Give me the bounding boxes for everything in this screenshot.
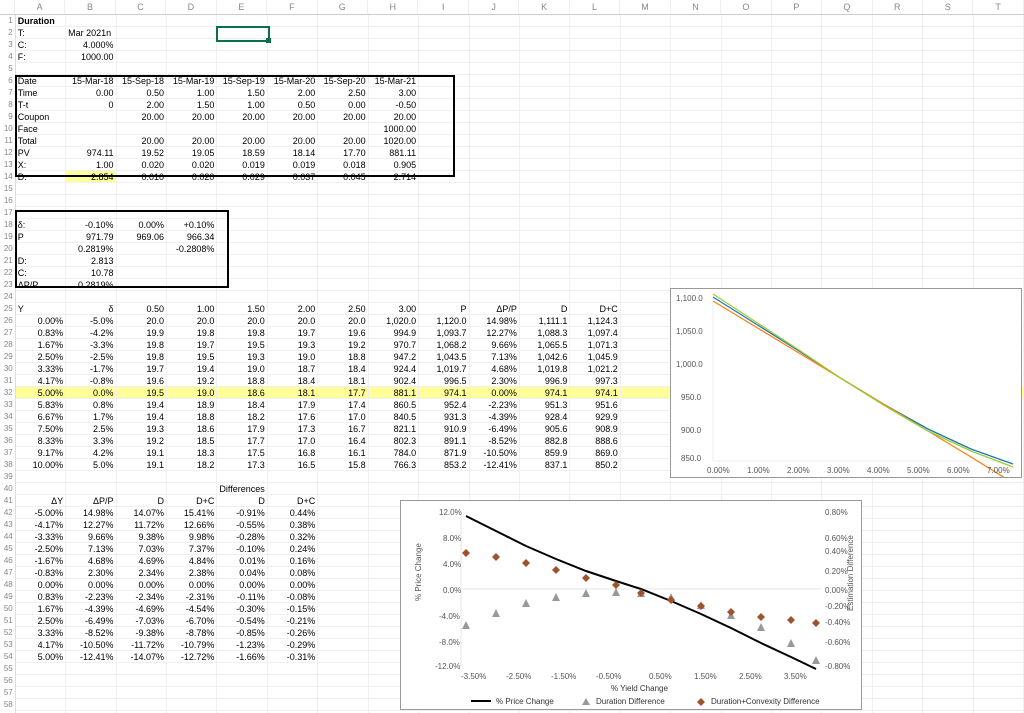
svg-text:1,000.0: 1,000.0 — [676, 360, 703, 369]
svg-text:1,100.0: 1,100.0 — [676, 294, 703, 303]
svg-text:-4.0%: -4.0% — [439, 612, 460, 621]
svg-text:6.00%: 6.00% — [947, 466, 970, 475]
svg-text:4.0%: 4.0% — [443, 560, 461, 569]
svg-text:0.60%: 0.60% — [825, 534, 848, 543]
svg-text:0.80%: 0.80% — [825, 508, 848, 517]
spreadsheet[interactable]: ABCDEFGHIJKLMNOPQRST 1Duration2T:Mar 202… — [0, 0, 1024, 713]
svg-text:-12.0%: -12.0% — [435, 662, 460, 671]
chart-differences[interactable]: 12.0% 8.0% 4.0% 0.0% -4.0% -8.0% -12.0% 0.80%… — [400, 500, 862, 710]
svg-text:-0.60%: -0.60% — [825, 638, 850, 647]
svg-text:-0.80%: -0.80% — [825, 662, 850, 671]
svg-text:0.00%: 0.00% — [825, 586, 848, 595]
svg-text:1.50%: 1.50% — [694, 672, 717, 681]
svg-text:900.0: 900.0 — [681, 426, 702, 435]
svg-text:-8.0%: -8.0% — [439, 638, 460, 647]
svg-text:1,050.0: 1,050.0 — [676, 327, 703, 336]
svg-text:1.00%: 1.00% — [747, 466, 770, 475]
svg-text:-1.50%: -1.50% — [551, 672, 576, 681]
svg-text:2.00%: 2.00% — [787, 466, 810, 475]
chart-price-vs-yield[interactable]: 1,100.0 1,050.0 1,000.0 950.0 900.0 850.… — [670, 288, 1022, 478]
svg-text:0.00%: 0.00% — [707, 466, 730, 475]
svg-text:850.0: 850.0 — [681, 454, 702, 463]
svg-text:0.50%: 0.50% — [649, 672, 672, 681]
svg-text:-0.50%: -0.50% — [596, 672, 621, 681]
svg-text:3.50%: 3.50% — [784, 672, 807, 681]
svg-text:Estimation Difference: Estimation Difference — [846, 535, 855, 611]
column-headers: ABCDEFGHIJKLMNOPQRST — [0, 0, 1024, 15]
svg-text:% Yield Change: % Yield Change — [611, 684, 668, 693]
svg-text:5.00%: 5.00% — [907, 466, 930, 475]
svg-text:12.0%: 12.0% — [439, 508, 462, 517]
svg-text:Duration+Convexity Difference: Duration+Convexity Difference — [711, 697, 820, 706]
svg-text:0.20%: 0.20% — [825, 567, 848, 576]
svg-text:% Price Change: % Price Change — [414, 543, 423, 601]
svg-text:-3.50%: -3.50% — [461, 672, 486, 681]
svg-text:Duration Difference: Duration Difference — [596, 697, 665, 706]
svg-text:0.0%: 0.0% — [443, 586, 461, 595]
svg-text:2.50%: 2.50% — [739, 672, 762, 681]
svg-text:3.00%: 3.00% — [827, 466, 850, 475]
svg-text:7.00%: 7.00% — [987, 466, 1010, 475]
svg-text:-2.50%: -2.50% — [506, 672, 531, 681]
svg-text:% Price Change: % Price Change — [496, 697, 554, 706]
svg-text:4.00%: 4.00% — [867, 466, 890, 475]
svg-text:0.40%: 0.40% — [825, 547, 848, 556]
svg-text:950.0: 950.0 — [681, 393, 702, 402]
svg-text:-0.40%: -0.40% — [825, 618, 850, 627]
svg-text:8.0%: 8.0% — [443, 534, 461, 543]
